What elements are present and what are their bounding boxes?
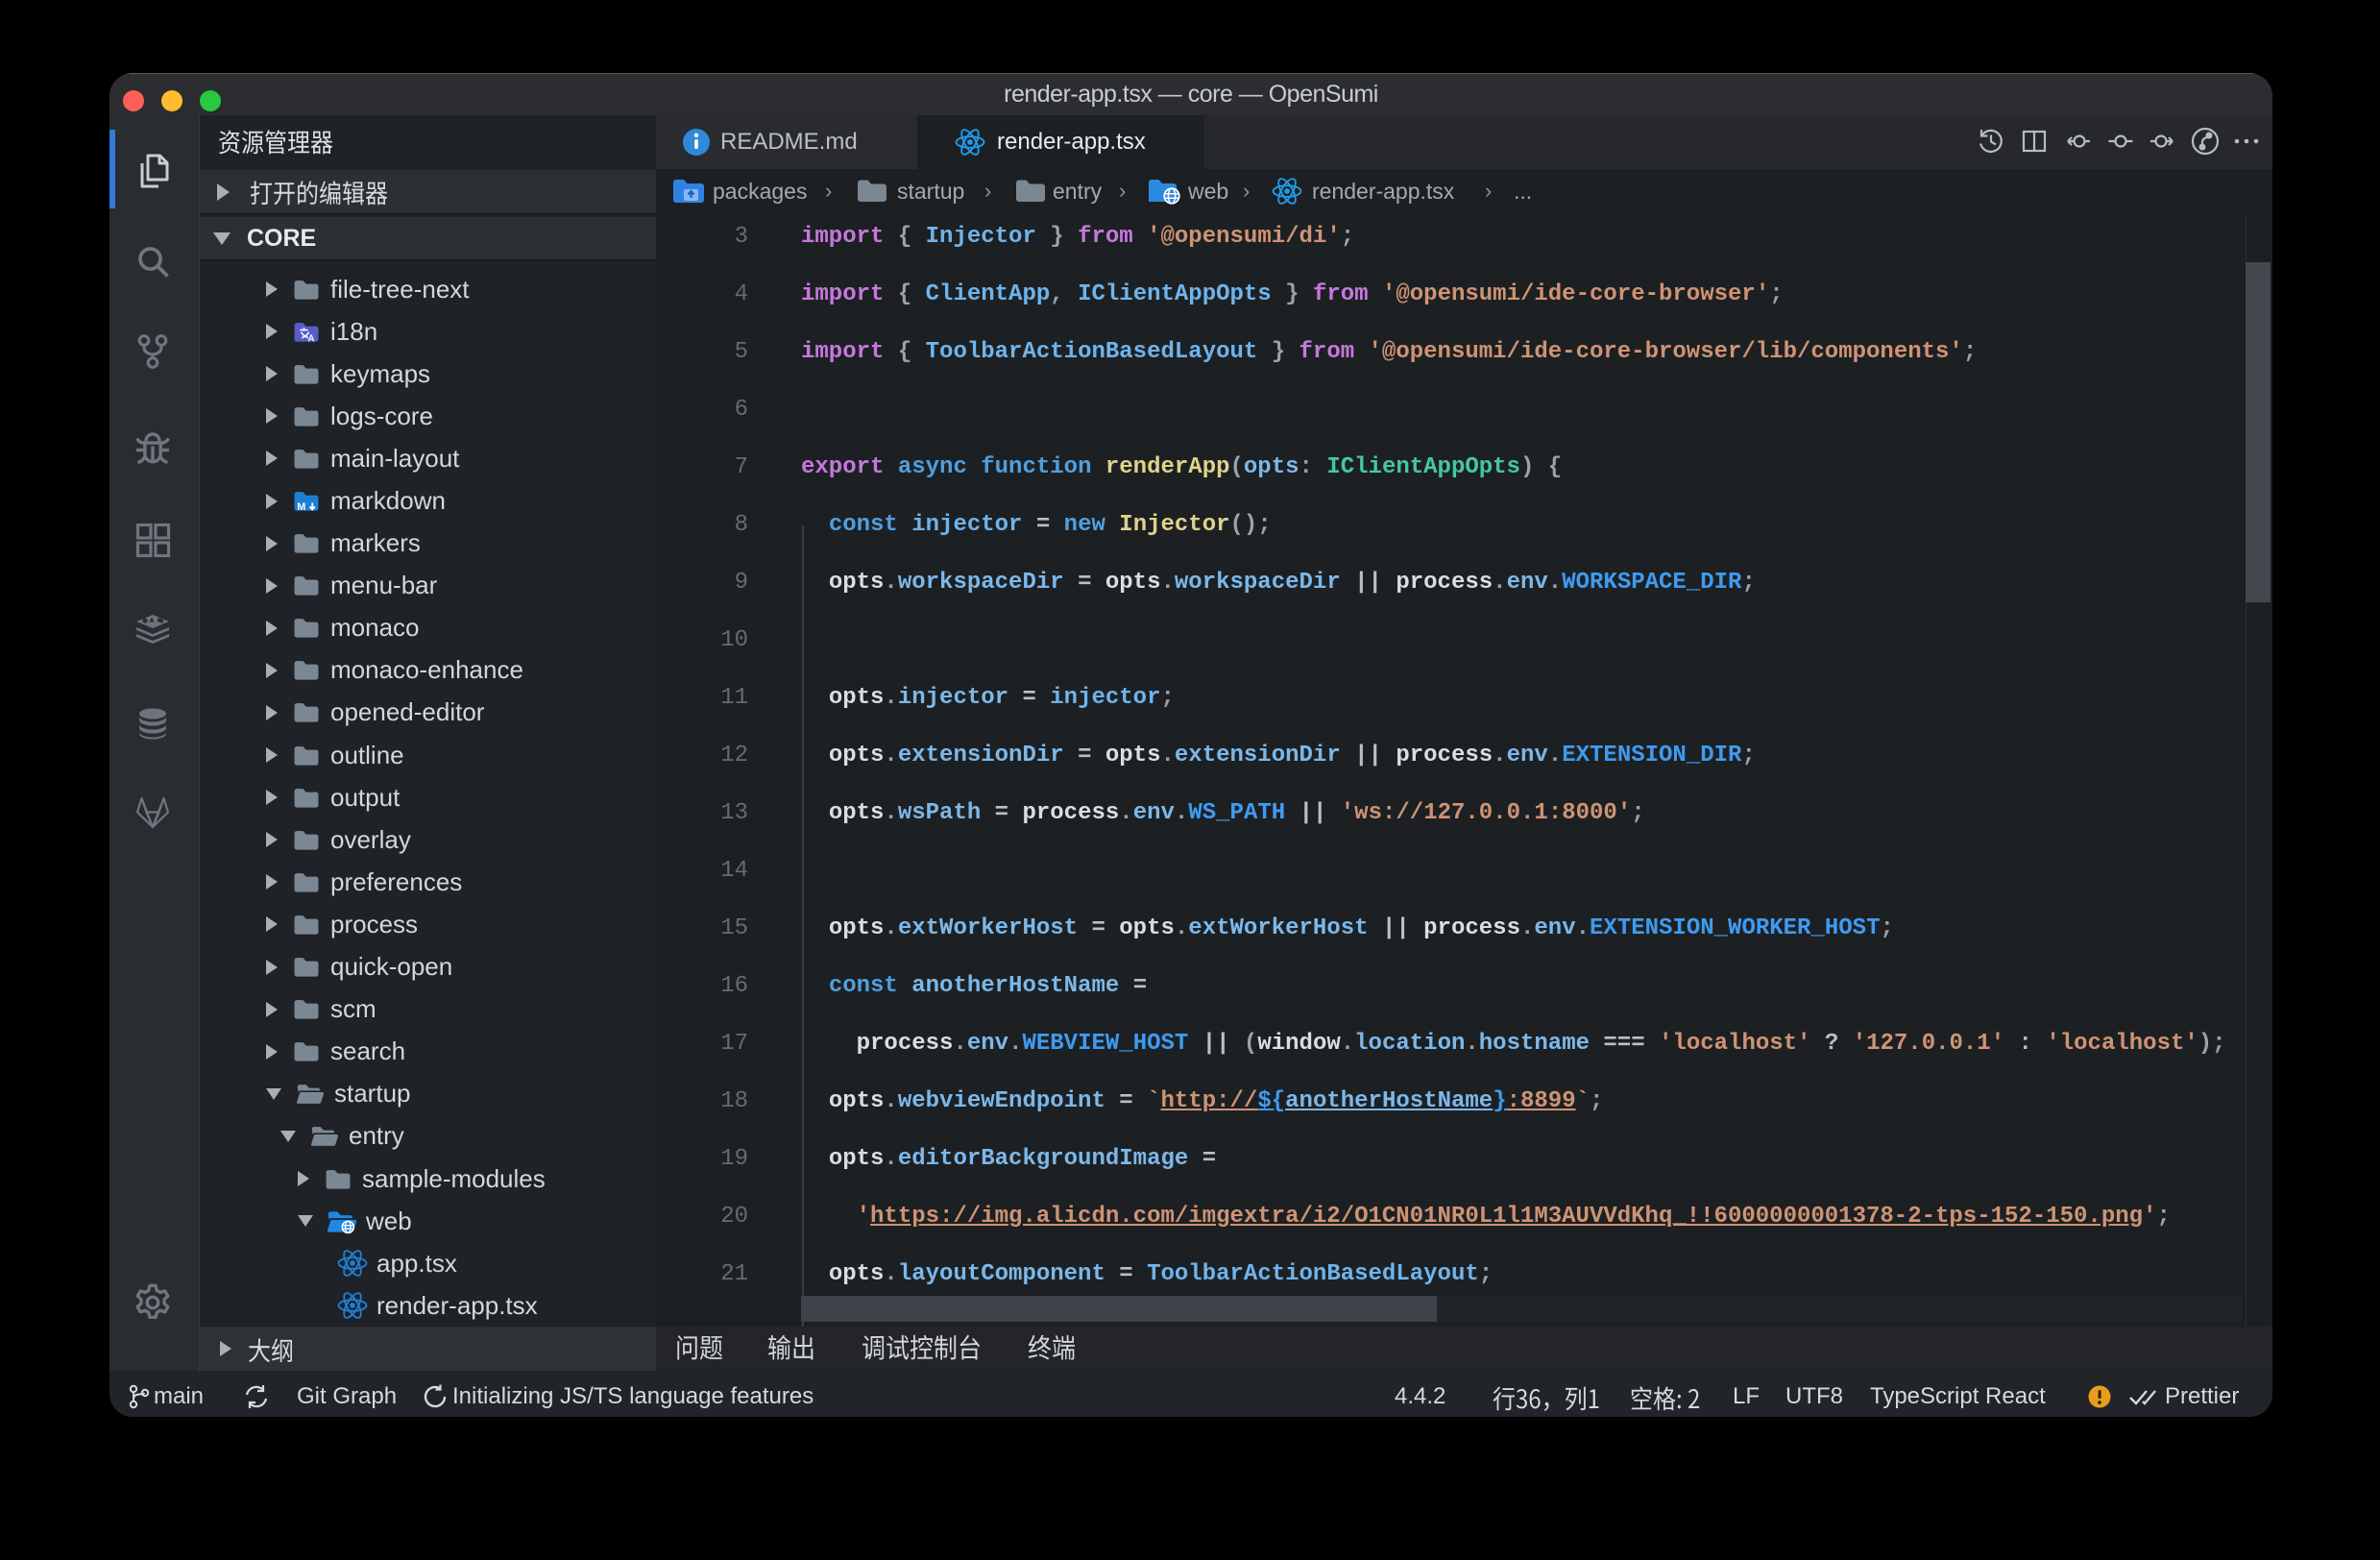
svg-text:M: M <box>297 501 305 513</box>
svg-text:A: A <box>308 333 315 343</box>
